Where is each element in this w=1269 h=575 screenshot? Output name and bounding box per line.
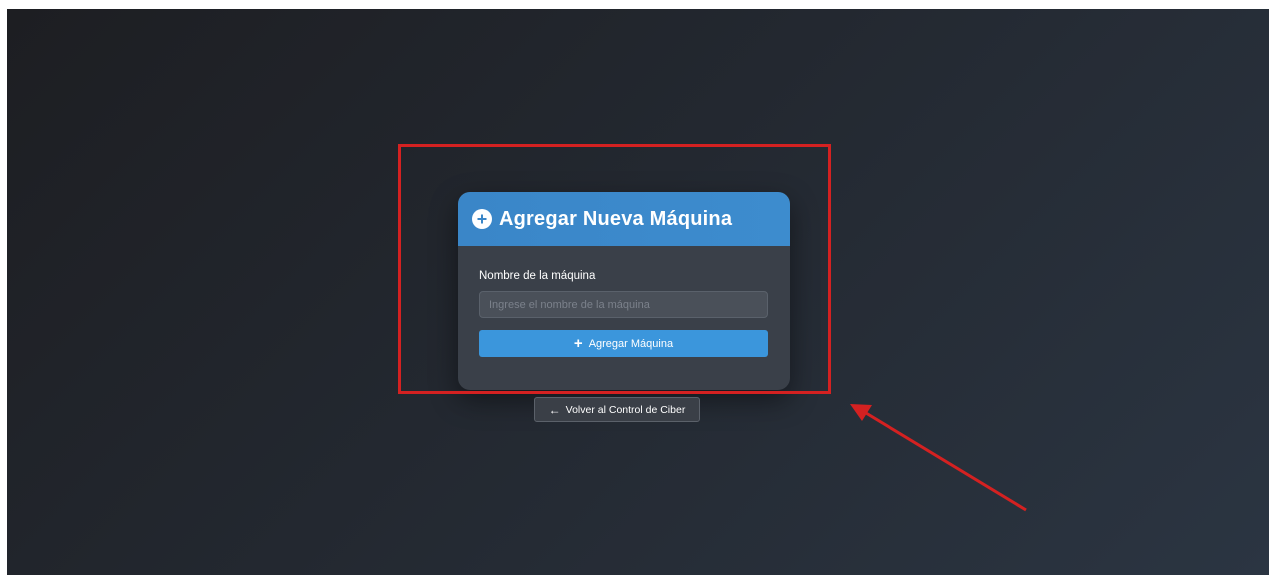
card-body: Nombre de la máquina + Agregar Máquina	[458, 246, 790, 357]
back-to-control-button[interactable]: ← Volver al Control de Ciber	[534, 397, 700, 422]
plus-circle-icon	[472, 209, 492, 229]
plus-icon: +	[573, 335, 583, 352]
card-title: Agregar Nueva Máquina	[499, 207, 733, 230]
add-machine-button-label: Agregar Máquina	[588, 337, 674, 350]
machine-name-input[interactable]	[479, 291, 768, 318]
machine-name-label: Nombre de la máquina	[479, 270, 596, 282]
add-machine-card: Agregar Nueva Máquina Nombre de la máqui…	[458, 192, 790, 390]
app-background: Agregar Nueva Máquina Nombre de la máqui…	[7, 9, 1269, 575]
add-machine-button[interactable]: + Agregar Máquina	[479, 330, 768, 357]
back-button-label: Volver al Control de Ciber	[565, 403, 686, 416]
arrow-left-icon: ←	[548, 402, 561, 417]
card-header: Agregar Nueva Máquina	[458, 192, 790, 246]
